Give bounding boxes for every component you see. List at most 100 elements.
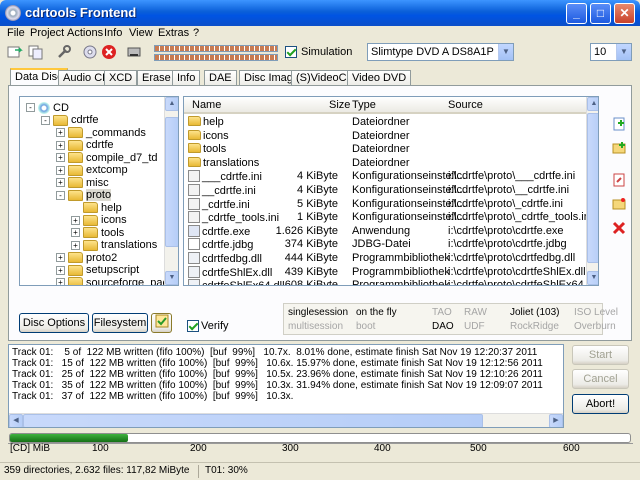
expand-icon[interactable]: + [56,165,65,175]
add-folder-icon[interactable] [611,116,629,134]
file-row[interactable]: _cdrtfe_tools.ini 1 KiByte Konfigurationse… [184,211,592,225]
column-source[interactable]: Source [448,99,483,111]
tree-item[interactable]: + icons [71,214,127,227]
log-line: Track 01: 37 of 122 MB written (fifo 100… [12,391,294,402]
output-log[interactable]: Track 01: 5 of 122 MB written (fifo 100%… [8,344,564,428]
expand-icon[interactable]: + [56,253,65,262]
file-source: i:\cdrtfe\proto\cdrtfeShlEx64.dll [448,279,598,286]
tree-scrollbar[interactable]: ▲ ▼ [164,97,178,285]
scroll-thumb[interactable] [23,414,483,427]
column-size[interactable]: Size [329,99,350,111]
tree-item[interactable]: - cdrtfe [41,114,99,127]
expand-icon[interactable]: + [71,240,80,250]
tab-erase[interactable]: Erase [137,70,176,86]
file-list[interactable]: Name Size Type Source help Dateiordner ico… [183,96,599,286]
load-project-icon[interactable] [6,43,24,61]
disc-option-indicator: RockRidge [510,321,559,332]
scroll-down-icon[interactable]: ▼ [165,271,178,285]
tree-item[interactable]: + proto2 [56,251,117,264]
file-row[interactable]: _cdrtfe.ini 5 KiByte Konfigurationseinstel… [184,197,586,212]
simulation-checkbox[interactable] [285,46,297,58]
scroll-left-icon[interactable]: ◀ [9,414,23,427]
scroll-up-icon[interactable]: ▲ [165,97,178,111]
file-row[interactable]: __cdrtfe.ini 4 KiByte Konfigurationseinste… [184,184,586,198]
disc-options-button[interactable]: Disc Options [19,313,89,333]
tree-item[interactable]: + extcomp [56,164,128,177]
menu-file[interactable]: File [7,27,25,39]
tree-item[interactable]: + _commands [56,126,146,139]
tab-xcd[interactable]: XCD [104,70,138,86]
collapse-icon[interactable]: - [41,115,50,125]
scroll-right-icon[interactable]: ▶ [549,414,563,427]
scroll-down-icon[interactable]: ▼ [587,271,598,285]
tab-dae[interactable]: DAE [204,70,237,86]
delete-x-icon[interactable] [611,220,629,238]
tree-item[interactable]: + tools [71,226,124,239]
expand-icon[interactable]: + [56,140,65,150]
expand-icon[interactable]: + [56,128,65,137]
file-row[interactable]: cdrtfedbg.dll 444 KiByte Programmbibliothe… [184,252,586,266]
file-row[interactable]: ___cdrtfe.ini 4 KiByte Konfigurationseinst… [184,170,586,184]
expand-icon[interactable]: + [56,265,65,275]
tree-item[interactable]: help [71,201,122,214]
list-scrollbar[interactable]: ▲ ▼ [586,97,598,285]
filesystem-button[interactable]: Filesystem [92,313,148,333]
column-type[interactable]: Type [352,99,376,111]
tree-item[interactable]: + sourceforge_packag [56,276,178,285]
file-row[interactable]: translations Dateiordner [184,156,586,171]
tree-item[interactable]: + translations [71,239,157,252]
menu-view[interactable]: View [129,27,153,39]
tab-video-dvd[interactable]: Video DVD [347,70,412,86]
expand-icon[interactable]: + [56,153,65,162]
expand-icon[interactable]: + [71,228,80,237]
expand-icon[interactable]: + [71,215,80,225]
start-button[interactable]: Start [572,345,629,365]
minimize-button[interactable]: _ [566,3,587,24]
stop-red-icon[interactable] [100,43,118,61]
verify-checkbox[interactable] [187,320,199,332]
menu-help[interactable]: ? [193,27,199,39]
new-folder-icon[interactable] [611,196,629,214]
check-disc-icon[interactable] [81,43,99,61]
abort-button[interactable]: Abort! [572,394,629,414]
rename-file-icon[interactable] [611,172,629,190]
tree-item[interactable]: + misc [56,176,109,189]
add-file-icon[interactable] [611,140,629,158]
tree-item[interactable]: - proto [56,189,112,202]
settings-wrench-icon[interactable] [55,43,73,61]
scroll-thumb[interactable] [587,113,598,263]
file-row[interactable]: cdrtfeShlEx.dll 439 KiByte Programmbibliot… [184,265,586,280]
file-row[interactable]: cdrtfeShlEx64.dll608 KiByte Programmbibli… [184,279,598,285]
file-row[interactable]: cdrtfe.exe 1.626 KiByte Anwendung i:\cdrtfe… [184,224,586,239]
collapse-icon[interactable]: - [56,190,65,200]
column-name[interactable]: Name [192,99,221,111]
collapse-icon[interactable]: - [26,103,35,112]
log-hscrollbar[interactable]: ◀ ▶ [9,413,563,427]
file-row[interactable]: tools Dateiordner [184,143,586,157]
tree-item[interactable]: + compile_d7_td [56,151,158,164]
menu-info[interactable]: Info [104,27,122,39]
speed-select[interactable]: 10 ▼ [590,43,632,61]
save-project-icon[interactable] [27,43,45,61]
menu-actions[interactable]: Actions [67,27,103,39]
tree-item[interactable]: + setupscript [56,264,139,277]
drive-select[interactable]: Slimtype DVD A DS8A1P ▼ [367,43,514,61]
check-files-button[interactable] [151,313,172,333]
menu-project[interactable]: Project [30,27,64,39]
close-button[interactable]: ✕ [614,3,635,24]
file-row[interactable]: cdrtfe.jdbg 374 KiByte JDBG-Datei i:\cdrtfe… [184,238,586,252]
tree-item[interactable]: - CD [26,101,69,114]
cancel-button[interactable]: Cancel [572,369,629,389]
expand-icon[interactable]: + [56,278,65,285]
scroll-up-icon[interactable]: ▲ [587,97,598,111]
tab-info[interactable]: Info [172,70,201,86]
file-row[interactable]: icons Dateiordner [184,129,586,144]
scroll-thumb[interactable] [165,117,178,247]
eject-drive-icon[interactable] [125,43,143,61]
tree-item[interactable]: + cdrtfe [56,139,114,152]
maximize-button[interactable]: □ [590,3,611,24]
folder-tree[interactable]: - CD - cdrtfe + _commands + cdrtfe + compile_d7_t… [19,96,179,286]
expand-icon[interactable]: + [56,178,65,187]
file-row[interactable]: help Dateiordner [184,116,586,130]
menu-extras[interactable]: Extras [158,27,189,39]
